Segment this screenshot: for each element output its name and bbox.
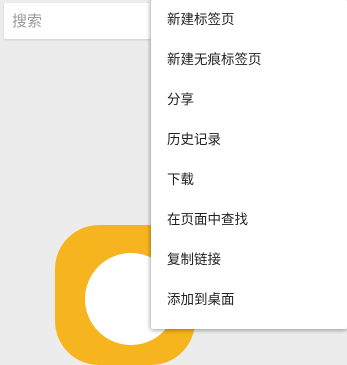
menu-item-add-to-home-screen[interactable]: 添加到桌面	[151, 280, 347, 320]
search-bar[interactable]	[4, 3, 164, 39]
search-input[interactable]	[12, 3, 162, 39]
menu-item-new-incognito-tab[interactable]: 新建无痕标签页	[151, 40, 347, 80]
menu-item-share[interactable]: 分享	[151, 80, 347, 120]
menu-item-downloads[interactable]: 下载	[151, 160, 347, 200]
overflow-menu: 新建标签页 新建无痕标签页 分享 历史记录 下载 在页面中查找 复制链接 添加到…	[151, 0, 347, 329]
menu-item-copy-link[interactable]: 复制链接	[151, 240, 347, 280]
menu-item-history[interactable]: 历史记录	[151, 120, 347, 160]
menu-item-new-tab[interactable]: 新建标签页	[151, 0, 347, 40]
menu-item-find-in-page[interactable]: 在页面中查找	[151, 200, 347, 240]
